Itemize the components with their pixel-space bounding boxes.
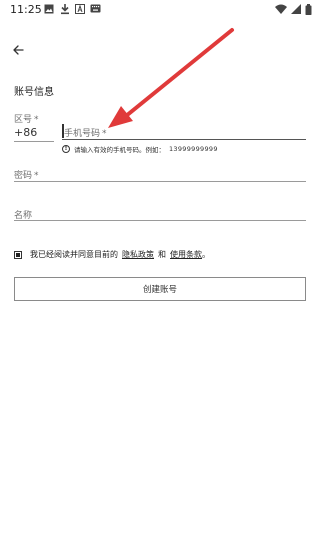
wifi-icon [275, 4, 287, 14]
name-underline [14, 220, 306, 221]
back-button[interactable] [9, 42, 29, 58]
text-a-icon [75, 4, 85, 14]
agreement-prefix: 我已经阅读并同意目前的 [30, 250, 118, 259]
region-code-value[interactable]: +86 [14, 126, 37, 139]
page-title: 账号信息 [14, 87, 54, 98]
agreement-row: 我已经阅读并同意目前的 隐私政策 和 使用条款 。 [14, 249, 210, 260]
phone-helper-text: ! 请输入有效的手机号码。例如： 13999999999 [62, 144, 218, 154]
signal-icon [291, 4, 301, 14]
agreement-checkbox[interactable] [14, 250, 22, 259]
terms-of-use-link[interactable]: 使用条款 [170, 249, 202, 260]
status-bar: 11:25 [0, 0, 320, 20]
status-time: 11:25 [10, 3, 42, 16]
agreement-suffix: 。 [202, 250, 210, 259]
helper-message: 请输入有效的手机号码。例如： [74, 146, 165, 154]
arrow-left-icon [13, 45, 24, 55]
region-underline [14, 141, 54, 142]
image-icon [44, 4, 54, 14]
keyboard-icon [90, 4, 101, 13]
region-label: 区号 * [14, 115, 39, 125]
phone-placeholder: 手机号码 * [64, 129, 107, 139]
info-icon: ! [62, 145, 70, 153]
privacy-policy-link[interactable]: 隐私政策 [122, 249, 154, 260]
helper-example: 13999999999 [169, 145, 218, 153]
password-underline [14, 181, 306, 182]
create-account-button[interactable]: 创建账号 [14, 277, 306, 301]
battery-icon [305, 3, 312, 15]
password-placeholder: 密码 * [14, 171, 39, 181]
agreement-and: 和 [158, 250, 166, 259]
phone-underline [62, 139, 306, 140]
download-icon [61, 4, 69, 15]
